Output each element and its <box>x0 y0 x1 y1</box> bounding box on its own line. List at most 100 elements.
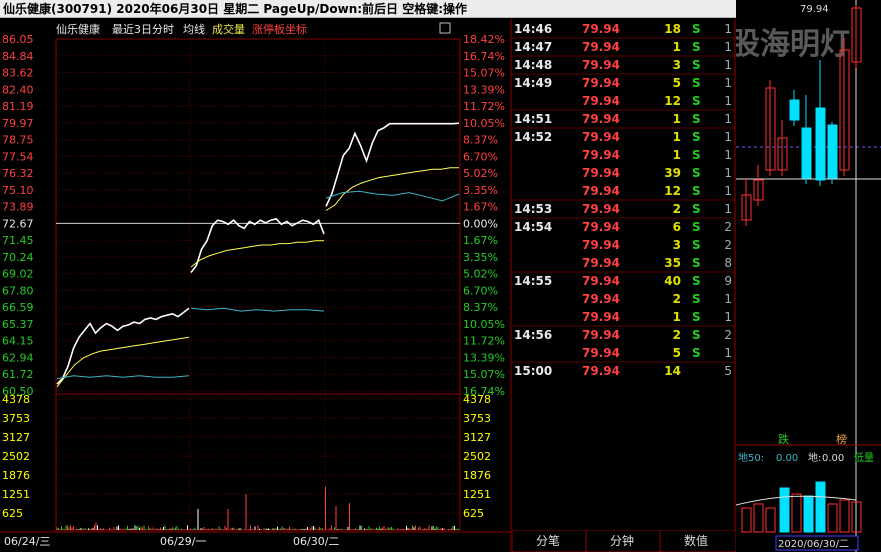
tick-volume: 39 <box>664 166 681 180</box>
volume-tick-label-right: 3753 <box>463 412 491 425</box>
price-tick-label: 75.10 <box>2 184 34 197</box>
tick-price: 79.94 <box>582 220 620 234</box>
price-tick-label: 64.15 <box>2 335 34 348</box>
tick-count: 1 <box>724 94 732 108</box>
tick-price: 79.94 <box>582 40 620 54</box>
tick-count: 1 <box>724 292 732 306</box>
intraday-chart[interactable]: 仙乐健康 最近3日分时 均线 成交量 涨停板坐标 86.05 18.42% 84.8… <box>0 19 512 552</box>
tick-volume: 14 <box>664 364 681 378</box>
price-tick-label: 69.02 <box>2 268 34 281</box>
price-tick-label: 71.45 <box>2 234 34 247</box>
tab-fenbi[interactable]: 分笔 <box>536 533 560 548</box>
tick-count: 1 <box>724 76 732 90</box>
price-tick-label: 62.94 <box>2 351 34 364</box>
tick-time: 15:00 <box>514 364 552 378</box>
mini-label-down: 跌 <box>778 432 789 446</box>
tick-price: 79.94 <box>582 364 620 378</box>
tick-tabs: 分笔 分钟 数值 <box>512 530 736 552</box>
mini-label-list: 榜 <box>836 432 847 446</box>
tick-time: 14:52 <box>514 130 552 144</box>
tick-list[interactable]: 14:46 79.94 18 S 114:47 79.94 1 S 114:48 79.94 3 S 1… <box>512 19 736 530</box>
price-tick-label: 67.80 <box>2 284 34 297</box>
price-tick-label: 84.84 <box>2 50 34 63</box>
tick-side: S <box>692 184 701 198</box>
tick-count: 1 <box>724 58 732 72</box>
tick-volume: 12 <box>664 94 681 108</box>
tick-price: 79.94 <box>582 256 620 270</box>
price-tick-label: 73.89 <box>2 201 34 214</box>
tick-side: S <box>692 220 701 234</box>
tick-price: 79.94 <box>582 94 620 108</box>
header-range: 最近3日分时 <box>112 23 174 36</box>
pct-tick-label: 5.02% <box>463 167 498 180</box>
tick-side: S <box>692 310 701 324</box>
price-tick-label: 76.32 <box>2 167 34 180</box>
pct-tick-label: 8.37% <box>463 134 498 147</box>
tick-count: 2 <box>724 328 732 342</box>
tick-count: 1 <box>724 112 732 126</box>
price-tick-label: 72.67 <box>2 217 34 230</box>
header-avg: 均线 <box>183 22 205 36</box>
window-title-text: 仙乐健康(300791) 2020年06月30日 星期二 PageUp/Down… <box>3 2 468 16</box>
price-tick-label: 86.05 <box>2 33 34 46</box>
header-limit: 涨停板坐标 <box>252 22 307 36</box>
tab-minute[interactable]: 分钟 <box>610 533 634 548</box>
volume-tick-label: 1876 <box>2 469 30 482</box>
pct-tick-label: 15.07% <box>463 67 505 80</box>
volume-tick-label-right: 1251 <box>463 488 491 501</box>
tick-side: S <box>692 346 701 360</box>
mini-candle <box>815 107 826 181</box>
tick-count: 1 <box>724 166 732 180</box>
tick-side: S <box>692 238 701 252</box>
volume-tick-label-right: 3127 <box>463 431 491 444</box>
mini-top-price: 79.94 <box>800 4 829 15</box>
tick-volume: 1 <box>673 40 681 54</box>
tick-price: 79.94 <box>582 148 620 162</box>
mini-kline-panel[interactable]: 79.94 股海明灯 跌 榜 地50: 0.00 地: 0.00 低量 2020… <box>736 0 881 552</box>
pct-tick-label: 11.72% <box>463 335 505 348</box>
tick-count: 8 <box>724 256 732 270</box>
volume-tick-label-right: 4378 <box>463 393 491 406</box>
tick-time: 14:55 <box>514 274 552 288</box>
pct-tick-label: 0.00% <box>463 217 498 230</box>
tick-volume: 35 <box>664 256 681 270</box>
tick-side: S <box>692 40 701 54</box>
tick-volume: 18 <box>664 22 681 36</box>
tick-count: 1 <box>724 148 732 162</box>
tick-count: 9 <box>724 274 732 288</box>
tick-side: S <box>692 292 701 306</box>
tick-price: 79.94 <box>582 184 620 198</box>
tick-volume: 1 <box>673 310 681 324</box>
mini-candle <box>801 127 812 179</box>
tick-volume: 2 <box>673 328 681 342</box>
tick-time: 14:48 <box>514 58 552 72</box>
volume-tick-label: 2502 <box>2 450 30 463</box>
tick-volume: 5 <box>673 346 681 360</box>
mini-candle <box>827 124 838 179</box>
tab-value[interactable]: 数值 <box>684 533 708 548</box>
volume-tick-label-right: 1876 <box>463 469 491 482</box>
tick-side: S <box>692 274 701 288</box>
date-label: 06/24/三 <box>4 535 50 548</box>
tick-price: 79.94 <box>582 58 620 72</box>
price-tick-label: 82.40 <box>2 83 34 96</box>
tick-price: 79.94 <box>582 202 620 216</box>
price-tick-label: 78.75 <box>2 134 34 147</box>
pct-tick-label: 3.35% <box>463 184 498 197</box>
date-label: 06/30/二 <box>293 535 339 548</box>
tick-side: S <box>692 58 701 72</box>
tick-price: 79.94 <box>582 112 620 126</box>
tick-volume: 1 <box>673 130 681 144</box>
tick-side: S <box>692 256 701 270</box>
mini-ground-value: 0.00 <box>822 453 844 464</box>
tick-side: S <box>692 148 701 162</box>
tick-volume: 1 <box>673 112 681 126</box>
tick-count: 5 <box>724 364 732 378</box>
header-stock: 仙乐健康 <box>56 22 100 36</box>
mini-volume-bar <box>803 495 814 533</box>
tick-volume: 40 <box>664 274 681 288</box>
mini-indicator-label: 地50: <box>738 451 764 464</box>
tick-count: 1 <box>724 346 732 360</box>
tick-volume: 1 <box>673 148 681 162</box>
volume-tick-label: 1251 <box>2 488 30 501</box>
